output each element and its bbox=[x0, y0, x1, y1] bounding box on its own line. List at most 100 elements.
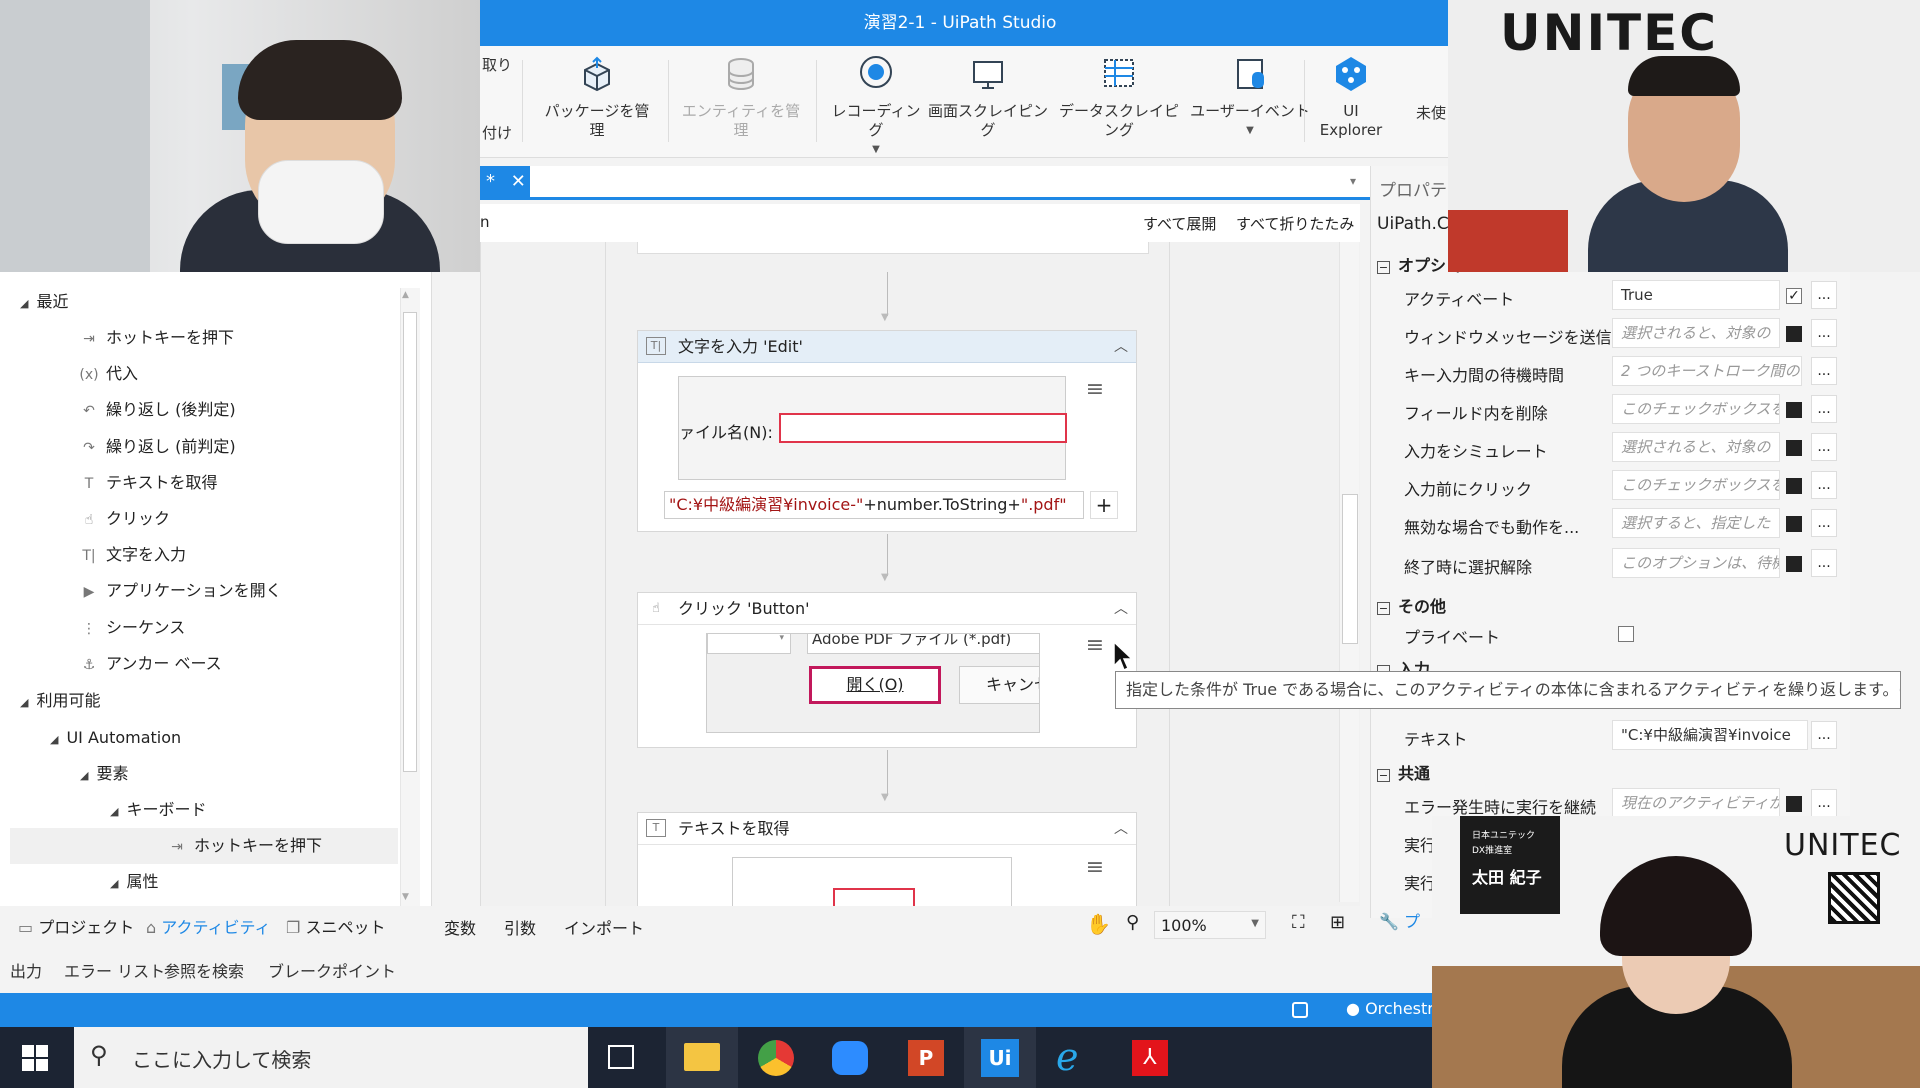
tab-error-list[interactable]: エラー リスト bbox=[64, 958, 165, 982]
activity-header[interactable]: T テキストを取得 ︿ bbox=[638, 813, 1136, 845]
orchestrator-status[interactable]: ● Orchestr bbox=[1346, 999, 1434, 1018]
click-activity[interactable]: ☝ クリック 'Button' ︿ ▾ Adobe PDF ファイル (*.pd… bbox=[637, 592, 1137, 748]
tab-find-references[interactable]: 参照を検索 bbox=[164, 958, 244, 982]
prop-value[interactable]: 選択されると、対象の bbox=[1612, 432, 1780, 462]
acrobat-icon[interactable]: ⅄ bbox=[1132, 1040, 1168, 1076]
checkbox[interactable] bbox=[1618, 626, 1634, 642]
get-text-activity[interactable]: T テキストを取得 ︿ ≡ bbox=[637, 812, 1137, 914]
tab-activities[interactable]: ⌂ アクティビティ bbox=[146, 914, 271, 938]
section-common[interactable]: − 共通 bbox=[1377, 760, 1430, 784]
section-misc[interactable]: − その他 bbox=[1377, 593, 1446, 617]
screen-scraping-button[interactable]: 画面スクレイピング bbox=[928, 54, 1048, 140]
hand-icon[interactable]: ✋ bbox=[1086, 912, 1111, 936]
ellipsis-button[interactable]: ... bbox=[1811, 357, 1837, 385]
tab-output[interactable]: 出力 bbox=[10, 958, 42, 982]
tree-item-hotkey[interactable]: ⇥ ホットキーを押下 bbox=[166, 834, 322, 858]
ellipsis-button[interactable]: ... bbox=[1811, 721, 1837, 749]
prop-value[interactable]: "C:¥中級編演習¥invoice bbox=[1612, 720, 1808, 750]
tab-properties[interactable]: 🔧 プ bbox=[1379, 908, 1420, 932]
recording-button[interactable]: レコーディング ▼ bbox=[826, 54, 926, 159]
zoom-app-icon[interactable] bbox=[832, 1041, 868, 1075]
ellipsis-button[interactable]: ... bbox=[1811, 549, 1837, 577]
recent-item[interactable]: (x) 代入 bbox=[78, 362, 138, 386]
prop-value[interactable]: 選択されると、対象の bbox=[1612, 318, 1780, 348]
type-into-activity[interactable]: T| 文字を入力 'Edit' ︿ ァイル名(N): ≡ "C:¥中級編演習¥i… bbox=[637, 330, 1137, 532]
checkbox[interactable] bbox=[1786, 326, 1802, 342]
breadcrumb[interactable]: n bbox=[480, 213, 490, 231]
checkbox-checked[interactable]: ✓ bbox=[1786, 288, 1802, 304]
workflow-canvas[interactable]: ▼ T| 文字を入力 'Edit' ︿ ァイル名(N): ≡ "C:¥中級編演習… bbox=[480, 242, 1360, 914]
collapse-icon[interactable]: ︿ bbox=[1114, 593, 1128, 625]
activity-header[interactable]: ☝ クリック 'Button' ︿ bbox=[638, 593, 1136, 625]
recent-item[interactable]: ▶ アプリケーションを開く bbox=[78, 579, 282, 603]
recent-item[interactable]: T テキストを取得 bbox=[78, 471, 218, 495]
document-tab[interactable]: * ✕ bbox=[480, 166, 530, 197]
recent-item[interactable]: T| 文字を入力 bbox=[78, 543, 186, 567]
checkbox[interactable] bbox=[1786, 796, 1802, 812]
checkbox[interactable] bbox=[1786, 402, 1802, 418]
tab-snippets[interactable]: ❐ スニペット bbox=[286, 914, 385, 938]
checkbox[interactable] bbox=[1786, 440, 1802, 456]
menu-icon[interactable]: ≡ bbox=[1082, 855, 1108, 881]
recent-item[interactable]: ☝ クリック bbox=[78, 507, 170, 531]
overview-icon[interactable]: ⊞ bbox=[1330, 912, 1345, 933]
zoom-select[interactable]: 100% ▼ bbox=[1154, 911, 1266, 939]
ellipsis-button[interactable]: ... bbox=[1811, 789, 1837, 817]
prop-value[interactable]: このチェックボックスを bbox=[1612, 394, 1780, 424]
taskbar-search-box[interactable]: ⚲ ここに入力して検索 bbox=[74, 1027, 588, 1088]
settings-icon[interactable] bbox=[1292, 1002, 1308, 1018]
collapse-all-link[interactable]: すべて折りたたみ bbox=[1236, 213, 1354, 234]
canvas-scroll-thumb[interactable] bbox=[1342, 494, 1358, 644]
prop-value[interactable]: このオプションは、待機 bbox=[1612, 548, 1780, 578]
prop-value[interactable]: 2 つのキーストローク間の待 bbox=[1612, 356, 1802, 386]
zoom-icon[interactable]: ⚲ bbox=[1126, 912, 1139, 933]
ellipsis-button[interactable]: ... bbox=[1811, 395, 1837, 423]
user-events-button[interactable]: ユーザーイベント ▼ bbox=[1188, 54, 1312, 140]
recent-item[interactable]: ↷ 繰り返し (前判定) bbox=[78, 435, 235, 459]
task-view-icon[interactable] bbox=[608, 1045, 634, 1069]
recent-item[interactable]: ⚓ アンカー ベース bbox=[78, 652, 222, 676]
cut-button[interactable]: 取り bbox=[482, 56, 512, 75]
manage-entities-button[interactable]: エンティティを管理 bbox=[680, 54, 802, 140]
prop-value[interactable]: True bbox=[1612, 280, 1780, 310]
manage-packages-button[interactable]: パッケージを管理 bbox=[540, 54, 654, 140]
tree-item-elements[interactable]: ◢ 要素 bbox=[80, 762, 128, 786]
activity-header[interactable]: T| 文字を入力 'Edit' ︿ bbox=[638, 331, 1136, 363]
variables-tab[interactable]: 変数 bbox=[444, 915, 476, 939]
prop-value[interactable]: 現在のアクティビティか bbox=[1612, 788, 1780, 818]
activities-scrollbar[interactable]: ▲ ▼ bbox=[400, 288, 420, 906]
ellipsis-button[interactable]: ... bbox=[1811, 319, 1837, 347]
fit-screen-icon[interactable]: ⛶ bbox=[1292, 912, 1305, 933]
prop-value[interactable]: 選択すると、指定した bbox=[1612, 508, 1780, 538]
menu-icon[interactable]: ≡ bbox=[1082, 377, 1108, 403]
collapse-icon[interactable]: ︿ bbox=[1114, 331, 1128, 363]
checkbox[interactable] bbox=[1786, 478, 1802, 494]
tree-item-ui-automation[interactable]: ◢ UI Automation bbox=[50, 726, 181, 750]
checkbox[interactable] bbox=[1786, 556, 1802, 572]
internet-explorer-icon[interactable]: e bbox=[1056, 1035, 1079, 1079]
tree-item-keyboard[interactable]: ◢ キーボード bbox=[110, 798, 206, 822]
chrome-icon[interactable] bbox=[758, 1040, 794, 1076]
powerpoint-icon[interactable]: P bbox=[908, 1040, 944, 1076]
ellipsis-button[interactable]: ... bbox=[1811, 281, 1837, 309]
canvas-scrollbar[interactable] bbox=[1339, 242, 1359, 902]
recent-item[interactable]: ↶ 繰り返し (後判定) bbox=[78, 398, 235, 422]
menu-icon[interactable]: ≡ bbox=[1082, 633, 1108, 659]
tree-item-available[interactable]: ◢ 利用可能 bbox=[20, 689, 100, 713]
ui-explorer-button[interactable]: UI Explorer bbox=[1314, 54, 1388, 140]
close-icon[interactable]: ✕ bbox=[511, 171, 526, 192]
checkbox[interactable] bbox=[1786, 516, 1802, 532]
recent-item[interactable]: ⇥ ホットキーを押下 bbox=[78, 326, 234, 350]
expand-all-link[interactable]: すべて展開 bbox=[1143, 213, 1216, 234]
tab-breakpoints[interactable]: ブレークポイント bbox=[268, 958, 396, 982]
collapse-icon[interactable]: ︿ bbox=[1114, 813, 1128, 845]
tree-item-recent[interactable]: ◢ 最近 bbox=[20, 290, 68, 314]
imports-tab[interactable]: インポート bbox=[564, 915, 644, 939]
tab-project[interactable]: ▭ プロジェクト bbox=[18, 914, 134, 938]
text-expression-field[interactable]: "C:¥中級編演習¥invoice-"+number.ToString+".pd… bbox=[664, 491, 1084, 519]
scroll-up-icon[interactable]: ▲ bbox=[402, 290, 409, 300]
tree-item-attributes[interactable]: ◢ 属性 bbox=[110, 870, 158, 894]
tab-dropdown-icon[interactable]: ▾ bbox=[1350, 174, 1356, 188]
recent-item[interactable]: ⋮ シーケンス bbox=[78, 616, 185, 640]
windows-start-icon[interactable] bbox=[22, 1045, 48, 1071]
